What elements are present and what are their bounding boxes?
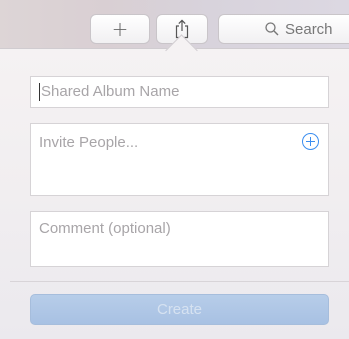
search-input[interactable]: Search [218, 14, 349, 44]
search-placeholder: Search [285, 20, 333, 38]
divider [10, 281, 349, 282]
plus-icon: + [111, 17, 129, 41]
album-name-placeholder: Shared Album Name [41, 83, 180, 100]
invite-people-field[interactable]: Invite People... [30, 123, 329, 196]
add-button[interactable]: + [90, 14, 150, 44]
create-label: Create [156, 301, 203, 318]
invite-placeholder: Invite People... [39, 134, 139, 151]
search-icon [265, 22, 279, 36]
comment-placeholder: Comment (optional) [39, 220, 171, 237]
add-contact-icon[interactable] [302, 133, 319, 150]
album-name-field[interactable]: Shared Album Name [30, 76, 329, 108]
comment-field[interactable]: Comment (optional) [30, 211, 329, 267]
create-button[interactable]: Create [30, 294, 329, 325]
text-caret [39, 83, 40, 102]
